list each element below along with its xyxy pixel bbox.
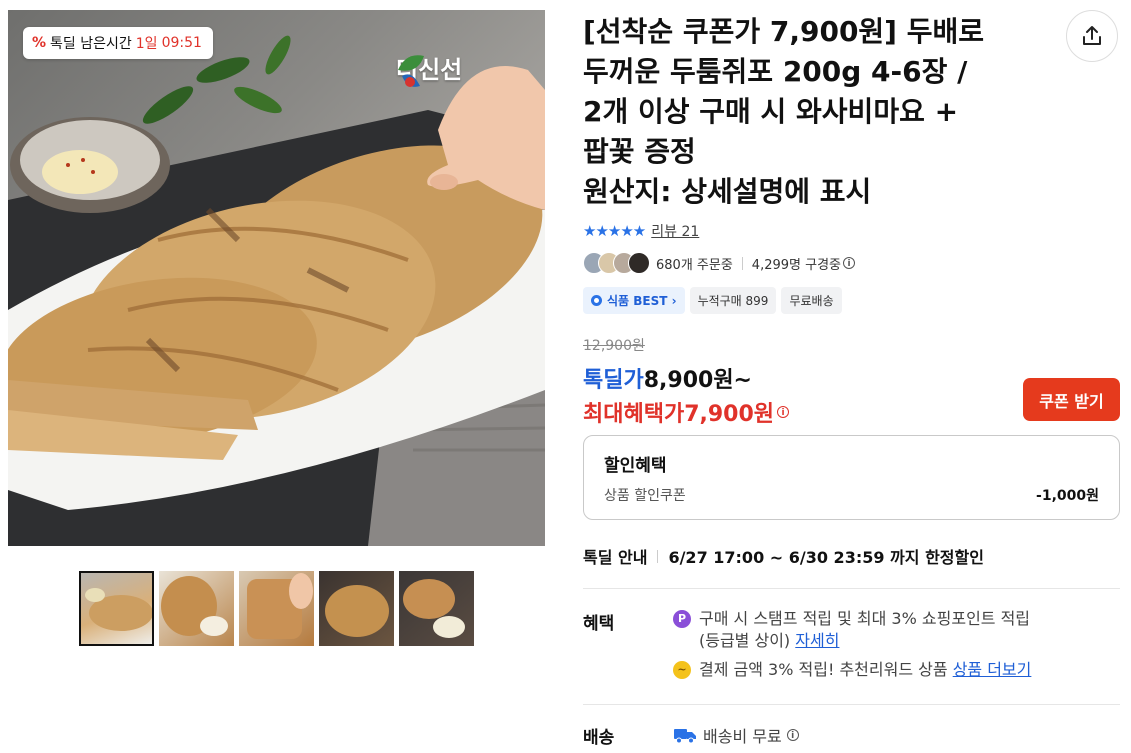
point-p-icon: P [673,610,691,628]
ordering-count: 680개 주문중 [656,257,733,273]
timer-label: 톡딜 남은시간 [50,36,132,52]
title-line: 두꺼운 두툼쥐포 200g 4-6장 / [583,55,968,88]
benefit-details-link[interactable]: 자세히 [795,631,839,650]
shipping-info: 배송비 무료 i [673,723,799,747]
benefit-points-text: 구매 시 스탬프 적립 및 최대 3% 쇼핑포인트 적립 [699,609,1031,628]
shipping-text: 배송비 무료 [703,727,782,746]
title-line: 원산지: 상세설명에 표시 [583,175,872,208]
benefit-points-sub: (등급별 상이) [699,631,791,650]
watching-count: 4,299명 구경중 [751,257,841,273]
more-products-link[interactable]: 상품 더보기 [953,660,1032,679]
title-line: [선착순 쿠폰가 7,900원] 두배로 [583,15,985,48]
max-benefit-value: 7,900원 [684,402,775,427]
get-coupon-button[interactable]: 쿠폰 받기 [1023,378,1120,421]
social-proof-row: 680개 주문중 4,299명 구경중 i [583,252,855,274]
deal-period-row: 톡딜 안내 6/27 17:00 ~ 6/30 23:59 까지 한정할인 [583,544,984,568]
product-title: [선착순 쿠폰가 7,900원] 두배로 두꺼운 두툼쥐포 200g 4-6장 … [583,12,1033,212]
timer-time: 09:51 [161,35,202,51]
brand-leaf-icon [398,55,424,87]
thumbnail-image [85,588,152,631]
title-line: 2개 이상 구매 시 와사비마요 + [583,95,959,128]
deal-price: 톡딜가8,900원~ [583,362,752,394]
product-photo [8,35,545,546]
title-line: 팝꽃 증정 [583,135,696,168]
food-best-label: 식품 BEST [607,294,668,308]
info-icon[interactable]: i [777,406,790,418]
info-icon[interactable]: i [843,257,855,269]
share-button[interactable] [1066,10,1118,62]
chevron-right-icon: › [667,293,677,308]
share-icon [1083,26,1101,45]
divider [583,704,1120,705]
thumbnail-5[interactable] [399,571,474,646]
divider [741,256,743,270]
thumbnail-image [247,573,313,639]
review-link[interactable]: 리뷰 21 [651,221,699,241]
divider [657,549,659,563]
buyer-avatars [583,252,650,274]
discount-heading: 할인혜택 [604,456,667,476]
discount-percent-icon: % [32,35,47,51]
benefit-item-reward: ~ 결제 금액 3% 적립! 추천리워드 상품 상품 더보기 [673,659,1031,681]
benefits-label: 혜택 [583,614,615,634]
avatar [628,252,650,274]
info-icon[interactable]: i [786,729,799,741]
thumbnail-image [403,579,465,638]
badge-row: 식품 BEST › 누적구매 899 무료배송 [583,287,842,314]
thumbnail-1[interactable] [79,571,154,646]
rating-row: ★★★★★ 리뷰 21 [583,221,699,241]
divider [583,588,1120,589]
deal-price-label: 톡딜가 [583,368,644,393]
deal-period-label: 톡딜 안내 [583,548,648,567]
free-shipping-badge: 무료배송 [781,287,842,314]
shipping-label: 배송 [583,728,615,748]
reward-coin-icon: ~ [673,661,691,679]
best-icon [591,295,602,306]
deal-timer-badge: % 톡딜 남은시간 1일 09:51 [23,27,213,59]
thumbnail-3[interactable] [239,571,314,646]
thumbnail-image [161,576,228,636]
max-benefit-price: 최대혜택가 7,900원 i [583,396,790,428]
timer-days: 1일 [135,36,158,52]
original-price: 12,900원 [583,338,645,354]
thumbnail-strip [79,571,474,646]
cumulative-purchase-badge: 누적구매 899 [689,287,777,314]
food-best-badge[interactable]: 식품 BEST › [583,287,685,314]
discount-item-amount: -1,000원 [1036,488,1099,504]
product-main-image[interactable]: % 톡딜 남은시간 1일 09:51 더신선 [8,10,545,546]
benefit-reward-text: 결제 금액 3% 적립! 추천리워드 상품 [699,660,948,679]
star-rating-icon: ★★★★★ [583,222,646,240]
benefit-item-points: P 구매 시 스탬프 적립 및 최대 3% 쇼핑포인트 적립 (등급별 상이) … [673,608,1030,652]
discount-box: 할인혜택 상품 할인쿠폰 -1,000원 [583,435,1120,520]
deal-period-text: 6/27 17:00 ~ 6/30 23:59 까지 한정할인 [668,548,984,567]
deal-price-value: 8,900원~ [643,368,752,393]
thumbnail-4[interactable] [319,571,394,646]
thumbnail-2[interactable] [159,571,234,646]
thumbnail-image [325,585,389,637]
max-benefit-label: 최대혜택가 [583,402,685,427]
truck-icon [674,729,696,744]
brand-logo: 더신선 [396,50,462,87]
discount-item-label: 상품 할인쿠폰 [604,488,686,504]
